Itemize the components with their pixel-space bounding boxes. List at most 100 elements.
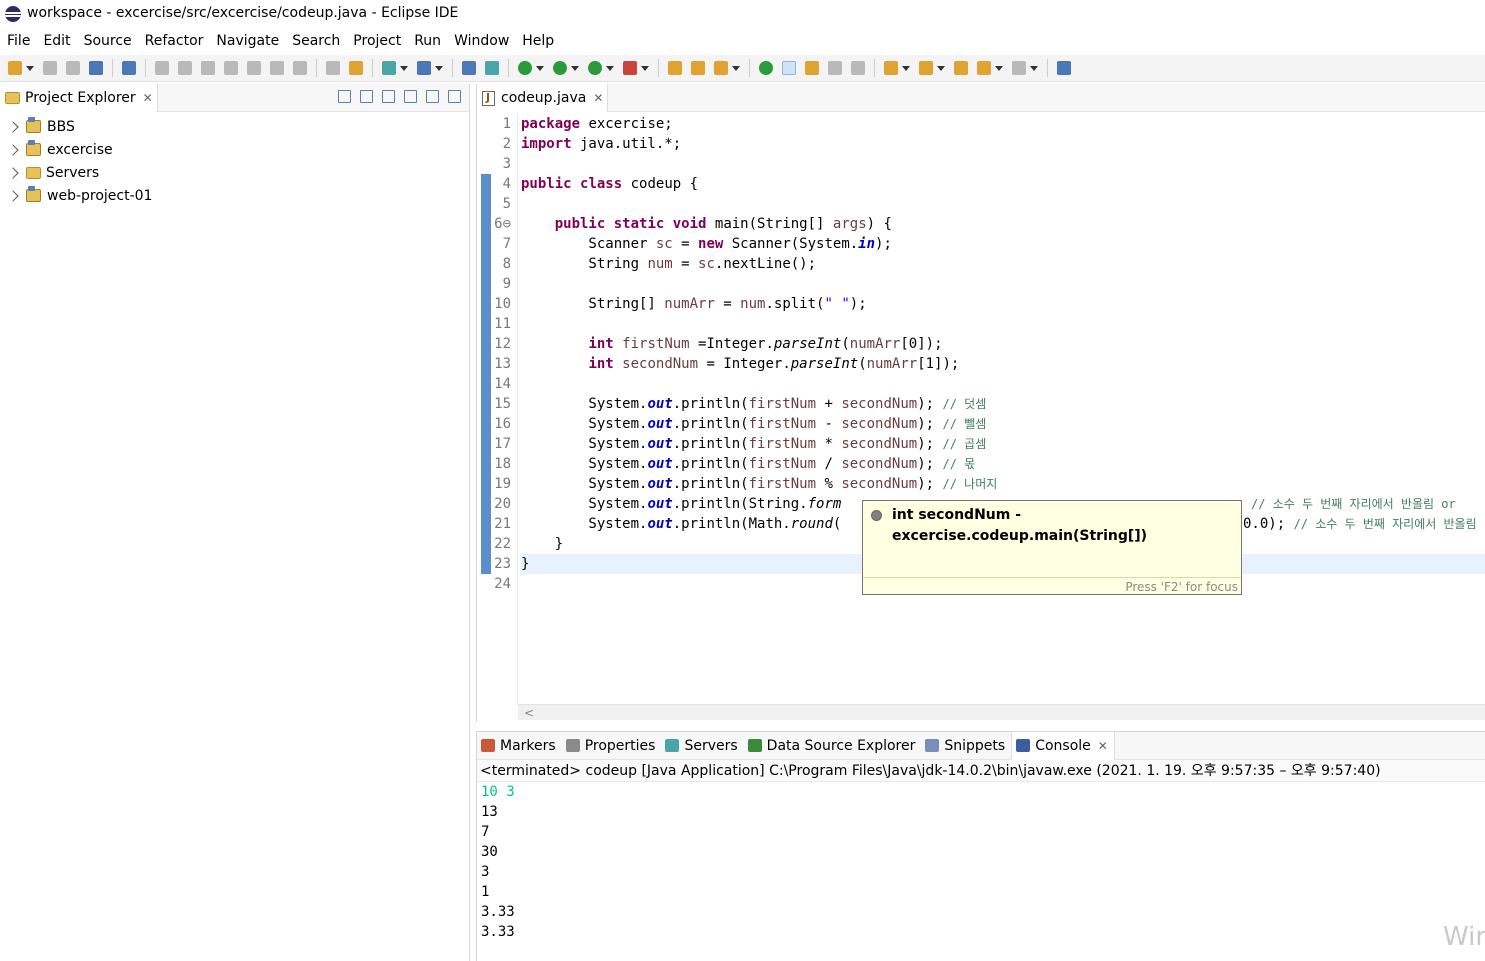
code-line[interactable]: System.out.println(firstNum / secondNum)… — [521, 454, 1485, 474]
code-line[interactable]: String num = sc.nextLine(); — [521, 254, 1485, 274]
external-tools-dropdown-icon[interactable] — [641, 65, 649, 71]
menu-source[interactable]: Source — [84, 33, 132, 49]
last-edit-location-icon[interactable] — [954, 61, 968, 75]
console-output[interactable]: 10 3 13 7 30 3 1 3.33 3.33 — [477, 782, 1485, 942]
close-icon[interactable]: ✕ — [1098, 739, 1108, 753]
open-folder-icon[interactable] — [691, 61, 705, 75]
view-menu-icon[interactable] — [404, 90, 417, 103]
annotation-ruler[interactable] — [481, 114, 491, 714]
open-type-icon[interactable] — [668, 61, 682, 75]
menu-edit[interactable]: Edit — [43, 33, 70, 49]
previous-annotation-icon[interactable] — [919, 61, 933, 75]
new-server-dropdown-icon[interactable] — [400, 65, 408, 71]
code-line[interactable] — [521, 194, 1485, 214]
tab-servers[interactable]: Servers — [661, 732, 743, 760]
run-dropdown-icon[interactable] — [571, 65, 579, 71]
code-line[interactable]: package excercise; — [521, 114, 1485, 134]
new-web-dropdown-icon[interactable] — [435, 65, 443, 71]
terminate-icon[interactable] — [201, 61, 215, 75]
step-return-icon[interactable] — [293, 61, 307, 75]
code-line[interactable] — [521, 314, 1485, 334]
tab-properties[interactable]: Properties — [562, 732, 662, 760]
mark-occurrences-icon[interactable] — [782, 61, 796, 75]
use-step-filters-icon[interactable] — [349, 61, 363, 75]
forward-icon[interactable] — [1012, 61, 1026, 75]
next-annotation-dropdown-icon[interactable] — [902, 65, 910, 71]
code-line[interactable] — [521, 274, 1485, 294]
code-text-area[interactable]: package excercise; import java.util.*; pub… — [521, 114, 1485, 704]
pilcrow-icon[interactable] — [851, 61, 865, 75]
collapse-all-icon[interactable] — [338, 90, 351, 103]
save-icon[interactable] — [43, 61, 57, 75]
menu-help[interactable]: Help — [522, 33, 554, 49]
search-icon[interactable] — [714, 61, 728, 75]
new-icon[interactable] — [8, 61, 22, 75]
code-line[interactable]: Scanner sc = new Scanner(System.in); — [521, 234, 1485, 254]
menu-refactor[interactable]: Refactor — [145, 33, 204, 49]
open-perspective-icon[interactable] — [1057, 61, 1071, 75]
chevron-right-icon[interactable] — [7, 120, 19, 133]
task-icon[interactable] — [759, 61, 773, 75]
tab-project-explorer[interactable]: Project Explorer ✕ — [0, 84, 158, 112]
menu-navigate[interactable]: Navigate — [216, 33, 279, 49]
run-icon[interactable] — [553, 61, 567, 75]
code-line[interactable]: public static void main(String[] args) { — [521, 214, 1485, 234]
step-over-icon[interactable] — [270, 61, 284, 75]
tab-console[interactable]: Console ✕ — [1011, 731, 1115, 760]
tree-item-servers[interactable]: Servers — [0, 161, 469, 184]
tab-markers[interactable]: Markers — [477, 732, 562, 760]
debug-icon[interactable] — [518, 61, 532, 75]
menu-run[interactable]: Run — [414, 33, 441, 49]
maximize-icon[interactable] — [448, 90, 461, 103]
close-icon[interactable]: ✕ — [593, 91, 603, 105]
open-terminal-icon[interactable] — [89, 61, 103, 75]
tab-data-source-explorer[interactable]: Data Source Explorer — [744, 732, 922, 760]
disconnect-icon[interactable] — [224, 61, 238, 75]
new-server-icon[interactable] — [382, 61, 396, 75]
minimize-icon[interactable] — [426, 90, 439, 103]
code-line[interactable]: int firstNum =Integer.parseInt(numArr[0]… — [521, 334, 1485, 354]
horizontal-scrollbar[interactable]: < — [518, 704, 1485, 720]
link-with-editor-icon[interactable] — [360, 90, 373, 103]
drop-to-frame-icon[interactable] — [326, 61, 340, 75]
chevron-right-icon[interactable] — [7, 143, 19, 156]
code-line[interactable]: int secondNum = Integer.parseInt(numArr[… — [521, 354, 1485, 374]
tree-item-web-project-01[interactable]: web-project-01 — [0, 184, 469, 207]
menu-file[interactable]: File — [7, 33, 30, 49]
menu-search[interactable]: Search — [292, 33, 340, 49]
code-line[interactable]: String[] numArr = num.split(" "); — [521, 294, 1485, 314]
block-selection-icon[interactable] — [805, 61, 819, 75]
back-dropdown-icon[interactable] — [995, 65, 1003, 71]
code-line[interactable]: System.out.println(firstNum - secondNum)… — [521, 414, 1485, 434]
search-dropdown-icon[interactable] — [732, 65, 740, 71]
new-web-icon[interactable] — [417, 61, 431, 75]
code-line[interactable]: System.out.println(firstNum + secondNum)… — [521, 394, 1485, 414]
tab-snippets[interactable]: Snippets — [921, 732, 1011, 760]
save-all-icon[interactable] — [66, 61, 80, 75]
tree-item-excercise[interactable]: excercise — [0, 138, 469, 161]
menu-window[interactable]: Window — [454, 33, 509, 49]
next-annotation-icon[interactable] — [884, 61, 898, 75]
chevron-right-icon[interactable] — [7, 166, 19, 179]
chevron-right-icon[interactable] — [7, 189, 19, 202]
show-whitespace-icon[interactable] — [828, 61, 842, 75]
new-dropdown-icon[interactable] — [26, 65, 34, 71]
step-into-icon[interactable] — [247, 61, 261, 75]
tab-codeup-java[interactable]: codeup.java ✕ — [477, 84, 608, 112]
external-tools-icon[interactable] — [623, 61, 637, 75]
coverage-dropdown-icon[interactable] — [606, 65, 614, 71]
code-line[interactable]: System.out.println(firstNum % secondNum)… — [521, 474, 1485, 494]
back-icon[interactable] — [977, 61, 991, 75]
skip-breakpoints-icon[interactable] — [122, 61, 136, 75]
line-number-ruler[interactable]: 1 2 3 4 5 6⊖ 7 8 9 10 11 12 13 14 15 16 … — [491, 114, 518, 704]
code-line[interactable]: System.out.println(firstNum * secondNum)… — [521, 434, 1485, 454]
filter-icon[interactable] — [382, 90, 395, 103]
close-icon[interactable]: ✕ — [143, 91, 153, 105]
debug-dropdown-icon[interactable] — [536, 65, 544, 71]
code-line[interactable]: import java.util.*; — [521, 134, 1485, 154]
menu-project[interactable]: Project — [353, 33, 401, 49]
code-line[interactable] — [521, 374, 1485, 394]
code-line[interactable] — [521, 154, 1485, 174]
forward-dropdown-icon[interactable] — [1030, 65, 1038, 71]
scroll-left-icon[interactable]: < — [524, 706, 534, 720]
